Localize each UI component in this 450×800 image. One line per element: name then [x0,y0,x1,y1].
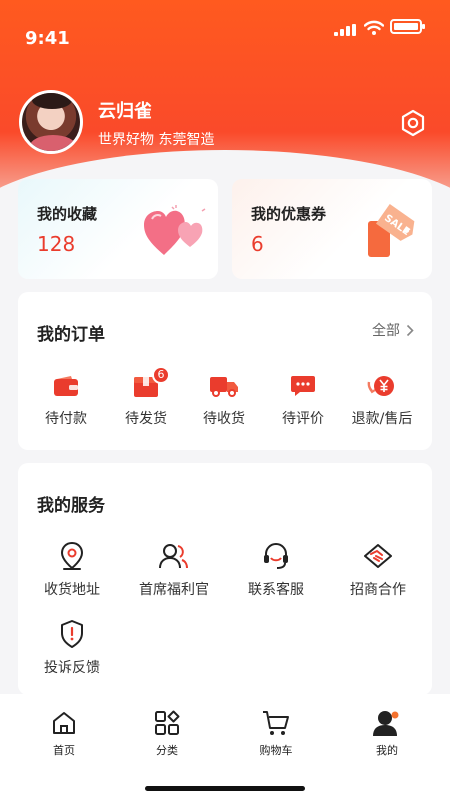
service-label: 联系客服 [248,582,304,598]
service-label: 收货地址 [44,582,100,598]
user-name: 云归雀 [98,101,152,122]
service-shipping-address[interactable]: 收货地址 [22,541,122,599]
category-icon [155,710,180,735]
location-pin-icon [60,541,84,570]
sale-tag-icon: SALE [368,203,415,257]
tab-cart[interactable]: 购物车 [231,708,321,758]
settings-gear-icon[interactable] [398,108,428,138]
order-item-label: 待发货 [125,411,167,427]
status-bar: 9:41 [0,0,450,76]
avatar[interactable] [19,90,83,154]
user-group-icon [159,544,188,569]
cart-icon [263,711,289,735]
coupons-count: 6 [251,232,264,256]
shield-alert-icon [61,620,83,648]
service-chief-welfare-officer[interactable]: 首席福利官 [124,541,224,599]
favorites-card[interactable]: 我的收藏 128 [18,179,218,279]
favorites-count: 128 [37,232,76,256]
order-item-label: 待付款 [45,411,87,427]
signal-icon [334,24,356,36]
order-item-label: 待评价 [282,411,324,427]
order-pending-shipment[interactable]: 6 待发货 [106,366,186,428]
chevron-right-icon [406,324,414,336]
profile-icon [373,711,399,736]
tab-label: 首页 [53,744,75,757]
coupons-title: 我的优惠券 [251,205,327,223]
coupons-card[interactable]: 我的优惠券 6 SALE [232,179,432,279]
wifi-icon [364,20,384,35]
service-label: 招商合作 [350,582,406,598]
orders-section: 我的订单 全部 待付款 6 待发货 待收货 待评价 退款/售后 [18,292,432,450]
tab-label: 分类 [156,744,178,757]
battery-icon [390,19,425,34]
home-icon [53,712,75,734]
wallet-icon [54,376,78,396]
truck-icon [210,377,238,397]
tab-home[interactable]: 首页 [19,708,109,758]
orders-all-link[interactable]: 全部 [372,320,414,340]
tab-label: 我的 [376,744,398,757]
service-business-cooperation[interactable]: 招商合作 [328,541,428,599]
tab-category[interactable]: 分类 [122,708,212,758]
refund-icon [367,376,394,396]
service-label: 首席福利官 [139,582,209,598]
services-title: 我的服务 [37,496,105,516]
order-item-label: 退款/售后 [351,411,413,427]
handshake-icon [364,544,392,568]
order-pending-receipt[interactable]: 待收货 [184,372,264,428]
bottom-tab-bar: 首页 分类 购物车 我的 [0,694,450,800]
hearts-icon [144,205,206,255]
home-indicator [145,786,305,791]
services-section: 我的服务 收货地址 首席福利官 联系客服 招商合作 投诉反馈 [18,463,432,695]
order-refund-aftersale[interactable]: 退款/售后 [342,372,422,428]
order-pending-review[interactable]: 待评价 [263,372,343,428]
order-pending-payment[interactable]: 待付款 [26,372,106,428]
favorites-title: 我的收藏 [37,205,98,223]
orders-all-label: 全部 [372,323,400,339]
tab-profile[interactable]: 我的 [342,708,432,758]
orders-title: 我的订单 [37,325,105,345]
user-slogan: 世界好物 东莞智造 [98,132,215,148]
tab-label: 购物车 [259,744,293,757]
headset-icon [264,543,288,569]
order-item-label: 待收货 [203,411,245,427]
service-customer-support[interactable]: 联系客服 [226,541,326,599]
service-label: 投诉反馈 [44,660,100,676]
status-time: 9:41 [25,28,70,49]
order-badge: 6 [152,366,170,384]
service-complaint-feedback[interactable]: 投诉反馈 [22,619,122,677]
comment-icon [291,376,315,396]
